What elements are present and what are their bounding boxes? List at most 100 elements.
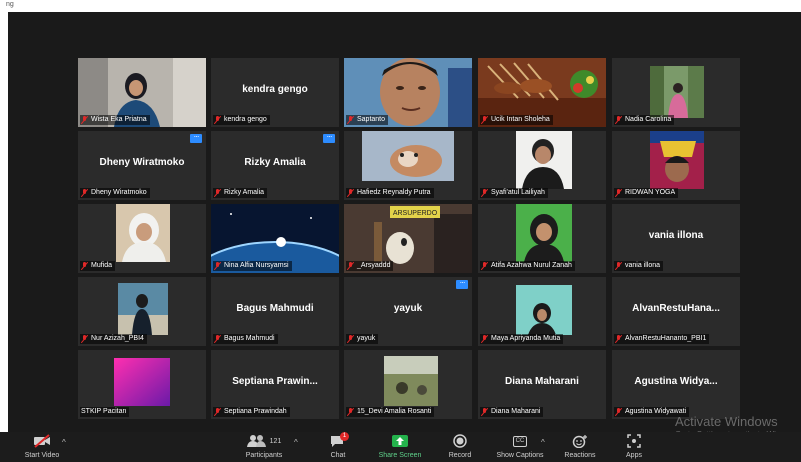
participant-display-name: AlvanRestuHana...	[632, 303, 720, 314]
captions-options-caret-icon[interactable]: ^	[541, 438, 545, 447]
participant-tile[interactable]: kendra gengo kendra gengo	[211, 58, 339, 127]
reactions-icon	[572, 435, 587, 448]
show-captions-button[interactable]: CC Show Captions	[490, 432, 550, 462]
participant-name-label: AlvanRestuHananto_PBI1	[614, 334, 710, 344]
record-label: Record	[448, 452, 472, 459]
participant-name: _Arsyaddd	[357, 262, 391, 269]
participant-tile[interactable]: Bagus Mahmudi Bagus Mahmudi	[211, 277, 339, 346]
participant-count: 121	[269, 437, 282, 445]
participant-tile[interactable]: RIDWAN YOGA	[612, 131, 740, 200]
share-screen-icon	[392, 435, 408, 447]
record-button[interactable]: Record	[440, 432, 480, 462]
participant-display-name: vania illona	[648, 230, 704, 241]
participant-tile[interactable]: AlvanRestuHana... AlvanRestuHananto_PBI1	[612, 277, 740, 346]
video-stage: Wista Eka Priatna kendra gengo kendra ge…	[8, 12, 801, 462]
apps-label: Apps	[626, 452, 642, 459]
participant-tile[interactable]: ··· Dheny Wiratmoko Dheny Wiratmoko	[78, 131, 206, 200]
participant-name: Septiana Prawindah	[224, 408, 287, 415]
participant-tile[interactable]: 15_Devi Amalia Rosanti	[344, 350, 472, 419]
captions-icon: CC	[512, 435, 528, 447]
more-options-icon[interactable]: ···	[456, 279, 468, 289]
mic-muted-icon	[347, 408, 354, 416]
participant-name: 15_Devi Amalia Rosanti	[357, 408, 432, 415]
show-captions-label: Show Captions	[496, 452, 544, 459]
participant-name: Saptanto	[357, 116, 386, 123]
participants-label: Participants	[245, 452, 283, 459]
participant-tile[interactable]: Ucik Intan Sholeha	[478, 58, 606, 127]
more-options-icon[interactable]: ···	[190, 133, 202, 143]
participant-tile[interactable]: STKIP Pacitan	[78, 350, 206, 419]
participant-name: Atifa Azahwa Nurul Zanah	[491, 262, 572, 269]
participant-name: AlvanRestuHananto_PBI1	[625, 335, 707, 342]
participant-tile[interactable]: ··· Nina Alfia Nursyamsi	[211, 204, 339, 273]
participant-tile[interactable]: Diana Maharani Diana Maharani	[478, 350, 606, 419]
more-options-icon[interactable]: ···	[323, 133, 335, 143]
participant-name-label: Wista Eka Priatna	[80, 115, 150, 125]
participant-name-label: Hafiedz Reynaldy Putra	[346, 188, 434, 198]
participant-name-label: Dheny Wiratmoko	[80, 188, 150, 198]
meeting-toolbar: Start Video ^ 121 Participants ^ 1 Chat	[0, 432, 801, 462]
participant-tile-active-speaker[interactable]: Saptanto	[344, 58, 472, 127]
participant-name-label: Bagus Mahmudi	[213, 334, 278, 344]
video-off-icon	[34, 434, 50, 448]
participant-tile[interactable]: ··· Maya Apriyanda Mutia	[478, 277, 606, 346]
participant-tile[interactable]: Septiana Prawin... Septiana Prawindah	[211, 350, 339, 419]
participants-options-caret-icon[interactable]: ^	[294, 438, 298, 447]
share-screen-button[interactable]: Share Screen	[370, 432, 430, 462]
share-screen-label: Share Screen	[378, 452, 422, 459]
participant-name: vania illona	[625, 262, 661, 269]
participant-display-name: Rizky Amalia	[244, 157, 306, 168]
participant-name-label: vania illona	[614, 261, 664, 271]
participant-name-label: Diana Maharani	[480, 407, 544, 417]
mic-muted-icon	[615, 408, 622, 416]
mic-muted-icon	[214, 189, 221, 197]
participant-name: Dheny Wiratmoko	[91, 189, 147, 196]
participant-name: Nur Azizah_PBI4	[91, 335, 144, 342]
participant-name-label: Septiana Prawindah	[213, 407, 290, 417]
start-video-label: Start Video	[24, 452, 60, 459]
participant-tile[interactable]: Wista Eka Priatna	[78, 58, 206, 127]
participant-name: kendra gengo	[224, 116, 267, 123]
participant-tile[interactable]: Hafiedz Reynaldy Putra	[344, 131, 472, 200]
mic-muted-icon	[214, 408, 221, 416]
mic-muted-icon	[481, 335, 488, 343]
mic-muted-icon	[347, 189, 354, 197]
participant-tile[interactable]: Nur Azizah_PBI4	[78, 277, 206, 346]
participant-name-label: Ucik Intan Sholeha	[480, 115, 553, 125]
participant-tile[interactable]: Mufida	[78, 204, 206, 273]
reactions-button[interactable]: Reactions	[558, 432, 602, 462]
apps-button[interactable]: Apps	[614, 432, 654, 462]
participant-name: Syafi'atul Lailiyah	[491, 189, 545, 196]
participant-tile[interactable]: Atifa Azahwa Nurul Zanah	[478, 204, 606, 273]
participant-name-label: 15_Devi Amalia Rosanti	[346, 407, 435, 417]
participants-button[interactable]: 121 Participants	[232, 432, 296, 462]
sticker-text: ARSUPERDO	[393, 210, 438, 217]
participant-name: Bagus Mahmudi	[224, 335, 275, 342]
mic-muted-icon	[81, 335, 88, 343]
participant-name: yayuk	[357, 335, 376, 342]
participant-tile[interactable]: Nadia Carolina	[612, 58, 740, 127]
participant-tile[interactable]: ··· Rizky Amalia Rizky Amalia	[211, 131, 339, 200]
mic-muted-icon	[214, 262, 221, 270]
mic-muted-icon	[481, 408, 488, 416]
window-titlebar: ng	[0, 0, 801, 10]
window-title: ng	[6, 1, 14, 8]
mic-muted-icon	[615, 262, 622, 270]
video-options-caret-icon[interactable]: ^	[62, 438, 66, 447]
mic-muted-icon	[214, 116, 221, 124]
participant-name: STKIP Pacitan	[81, 408, 127, 415]
participant-tile[interactable]: Agustina Widya... Agustina Widyawati	[612, 350, 740, 419]
mic-muted-icon	[347, 116, 354, 124]
participant-tile[interactable]: ··· ARSUPERDO _Arsyaddd	[344, 204, 472, 273]
mic-muted-icon	[347, 335, 354, 343]
watermark-line1: Activate Windows	[675, 414, 778, 429]
participant-tile[interactable]: ··· yayuk yayuk	[344, 277, 472, 346]
participant-name: RIDWAN YOGA	[625, 189, 676, 196]
mic-muted-icon	[347, 262, 354, 270]
participant-tile[interactable]: vania illona vania illona	[612, 204, 740, 273]
start-video-button[interactable]: Start Video	[10, 432, 74, 462]
chat-button[interactable]: 1 Chat	[318, 432, 358, 462]
participant-name-label: RIDWAN YOGA	[614, 188, 679, 198]
participant-tile[interactable]: Syafi'atul Lailiyah	[478, 131, 606, 200]
participant-display-name: kendra gengo	[242, 84, 308, 95]
